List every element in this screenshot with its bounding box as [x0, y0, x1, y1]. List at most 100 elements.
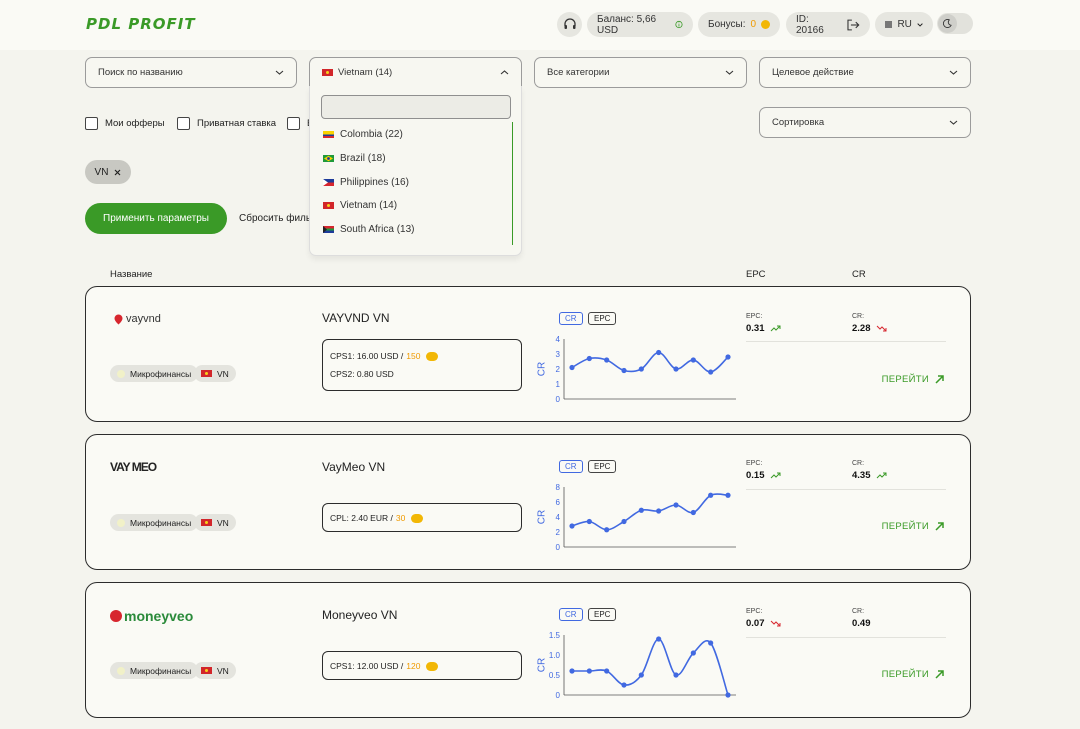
y-axis-label: CR	[537, 658, 548, 672]
bonus-value: 0	[750, 19, 757, 30]
sorting-select[interactable]: Сортировка	[759, 107, 971, 138]
chart-tab-epc[interactable]: EPC	[588, 460, 617, 473]
theme-toggle[interactable]	[937, 13, 973, 34]
cr-line-chart: 4 3 2 1 0 CR	[537, 335, 736, 404]
y-tick-label: 0	[556, 543, 561, 552]
y-tick-label: 2	[556, 365, 561, 374]
language-select[interactable]: RU	[875, 12, 933, 37]
info-icon	[675, 20, 683, 29]
payout-box: CPS1: 16.00 USD / 150 CPS2: 0.80 USD	[322, 339, 522, 391]
chevron-down-icon	[725, 70, 734, 75]
data-point	[656, 636, 662, 642]
data-point	[690, 509, 696, 516]
user-id-pill[interactable]: ID: 20166	[786, 12, 870, 37]
search-input[interactable]: Поиск по названию	[85, 57, 297, 88]
dropdown-item-vietnam[interactable]: Vietnam (14)	[323, 200, 397, 211]
data-point	[621, 367, 627, 374]
balance-text: Баланс: 5,66 USD	[597, 13, 657, 36]
data-point	[638, 507, 644, 513]
category-tag: Микрофинансы	[110, 514, 199, 531]
data-point	[708, 492, 714, 498]
epc-stat: EPC: 0.07	[746, 608, 781, 629]
chart-tab-cr[interactable]: CR	[559, 460, 583, 473]
dropdown-search-input[interactable]	[321, 95, 511, 119]
geo-tag: VN	[194, 662, 236, 679]
dropdown-item-brazil[interactable]: Brazil (18)	[323, 153, 386, 164]
dropdown-item-colombia[interactable]: Colombia (22)	[323, 129, 403, 140]
column-header-name[interactable]: Название	[110, 269, 152, 280]
column-header-cr[interactable]: CR	[852, 269, 866, 280]
apply-button[interactable]: Применить параметры	[85, 203, 227, 234]
geo-tag: VN	[194, 365, 236, 382]
divider	[746, 637, 946, 638]
chevron-down-icon	[275, 70, 284, 75]
y-tick-label: 0.5	[549, 671, 561, 680]
flag-icon	[885, 21, 893, 28]
offer-card-vayvnd[interactable]: vayvnd Микрофинансы VN VAYVND VN CPS1: 1…	[85, 286, 971, 422]
data-point	[656, 508, 662, 514]
category-select[interactable]: Все категории	[534, 57, 747, 88]
chart-tab-epc[interactable]: EPC	[588, 608, 617, 621]
moon-icon	[938, 14, 957, 33]
arrow-up-right-icon	[935, 375, 944, 384]
balance-pill[interactable]: Баланс: 5,66 USD	[587, 12, 693, 37]
y-axis-label: CR	[537, 510, 548, 524]
offer-card-vaymeo[interactable]: VAY MEO Микрофинансы VN VayMeo VN CPL: 2…	[85, 434, 971, 570]
bonus-pill[interactable]: Бонусы: 0	[698, 12, 780, 37]
coin-icon	[426, 661, 439, 671]
trend-down-icon	[876, 325, 886, 332]
dropdown-scrollbar[interactable]	[512, 122, 513, 245]
chart-tab-epc[interactable]: EPC	[588, 312, 617, 325]
column-header-epc[interactable]: EPC	[746, 269, 766, 280]
dropdown-item-label: Colombia (22)	[340, 129, 403, 140]
close-icon[interactable]	[114, 169, 121, 176]
offer-title[interactable]: Moneyveo VN	[322, 608, 397, 622]
target-action-select[interactable]: Целевое действие	[759, 57, 971, 88]
series-line	[572, 638, 729, 696]
colombia-flag-icon	[323, 131, 334, 138]
go-button[interactable]: ПЕРЕЙТИ	[882, 669, 944, 680]
language-label: RU	[897, 19, 912, 30]
trend-up-icon	[876, 472, 886, 479]
go-button[interactable]: ПЕРЕЙТИ	[882, 374, 944, 385]
country-select[interactable]: Vietnam (14)	[309, 57, 522, 88]
dropdown-item-south-africa[interactable]: South Africa (13)	[323, 224, 414, 235]
y-tick-label: 6	[556, 498, 561, 507]
my-offers-checkbox[interactable]: Мои офферы	[85, 117, 165, 130]
brand-logo: moneyveo	[110, 608, 193, 624]
go-button[interactable]: ПЕРЕЙТИ	[882, 521, 944, 532]
checkbox[interactable]	[287, 117, 300, 130]
sorting-label: Сортировка	[772, 117, 825, 128]
series-line	[571, 351, 729, 373]
payout-box: CPL: 2.40 EUR / 30	[322, 503, 522, 532]
y-tick-label: 1.5	[549, 631, 561, 640]
support-icon[interactable]	[557, 12, 582, 37]
offer-card-moneyveo[interactable]: moneyveo Микрофинансы VN Moneyveo VN CPS…	[85, 582, 971, 718]
data-point	[586, 355, 592, 362]
trend-up-icon	[770, 472, 780, 479]
data-point	[586, 668, 592, 674]
checkbox[interactable]	[85, 117, 98, 130]
dropdown-item-label: Philippines (16)	[340, 177, 409, 188]
country-selected: Vietnam (14)	[338, 67, 393, 78]
divider	[746, 341, 946, 342]
top-header: PDL PROFIT Баланс: 5,66 USD Бонусы: 0 ID…	[0, 0, 1080, 50]
cr-line-chart: 1.5 1.0 0.5 0 CR	[537, 631, 736, 700]
dropdown-item-philippines[interactable]: Philippines (16)	[323, 177, 409, 188]
coin-icon	[761, 20, 770, 29]
private-rate-checkbox[interactable]: Приватная ставка	[177, 117, 276, 130]
chart-tab-cr[interactable]: CR	[559, 608, 583, 621]
y-tick-label: 1	[556, 380, 561, 389]
series-line	[571, 493, 729, 531]
data-point	[638, 672, 644, 678]
payout-box: CPS1: 12.00 USD / 120	[322, 651, 522, 680]
y-tick-label: 0	[556, 395, 561, 404]
checkbox[interactable]	[177, 117, 190, 130]
logout-icon[interactable]	[847, 19, 860, 31]
offer-title[interactable]: VAYVND VN	[322, 311, 390, 325]
chart-tab-cr[interactable]: CR	[559, 312, 583, 325]
filter-chip-vn[interactable]: VN	[85, 160, 131, 184]
offer-title[interactable]: VayMeo VN	[322, 460, 385, 474]
data-point	[621, 518, 627, 525]
logo[interactable]: PDL PROFIT	[86, 15, 196, 33]
